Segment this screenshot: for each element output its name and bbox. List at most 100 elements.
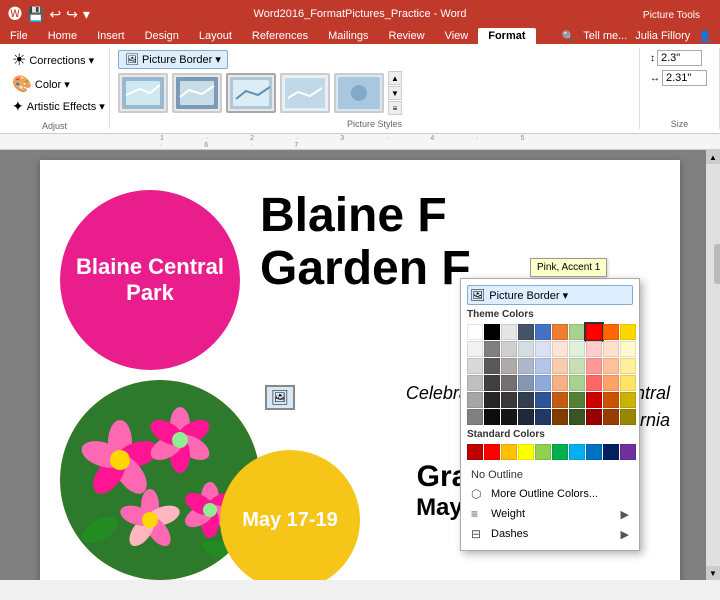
color-row5-4[interactable]: [518, 392, 534, 408]
color-row6-8[interactable]: [586, 409, 602, 425]
color-row3-7[interactable]: [569, 358, 585, 374]
color-row6-7[interactable]: [569, 409, 585, 425]
color-row3-4[interactable]: [518, 358, 534, 374]
style-thumb-1[interactable]: [118, 73, 168, 113]
weight-option[interactable]: ≡ Weight ▶: [467, 504, 633, 524]
color-row5-5[interactable]: [535, 392, 551, 408]
color-row5-2[interactable]: [484, 392, 500, 408]
color-row4-3[interactable]: [501, 375, 517, 391]
color-row6-1[interactable]: [467, 409, 483, 425]
std-color-10[interactable]: [620, 444, 636, 460]
color-lightgreen[interactable]: [569, 324, 585, 340]
color-row3-10[interactable]: [620, 358, 636, 374]
std-color-3[interactable]: [501, 444, 517, 460]
std-color-5[interactable]: [535, 444, 551, 460]
color-row2-10[interactable]: [620, 341, 636, 357]
picture-border-button[interactable]: 🖼 Picture Border ▾: [118, 50, 228, 69]
color-row4-2[interactable]: [484, 375, 500, 391]
color-row6-6[interactable]: [552, 409, 568, 425]
width-input[interactable]: [662, 70, 707, 86]
dropdown-icon[interactable]: ▾: [83, 6, 90, 23]
color-row3-6[interactable]: [552, 358, 568, 374]
style-thumb-5[interactable]: [334, 73, 384, 113]
scroll-down-button[interactable]: ▼: [706, 566, 720, 580]
tab-references[interactable]: References: [242, 28, 318, 44]
more-outline-colors-option[interactable]: ⬡ More Outline Colors...: [467, 484, 633, 504]
color-lightgray[interactable]: [501, 324, 517, 340]
save-icon[interactable]: 💾: [27, 6, 44, 23]
color-row2-3[interactable]: [501, 341, 517, 357]
tab-view[interactable]: View: [435, 28, 479, 44]
color-row3-2[interactable]: [484, 358, 500, 374]
style-thumb-4[interactable]: [280, 73, 330, 113]
style-scroll-up[interactable]: ▲: [388, 71, 402, 85]
color-row2-6[interactable]: [552, 341, 568, 357]
color-row4-10[interactable]: [620, 375, 636, 391]
color-row4-1[interactable]: [467, 375, 483, 391]
color-row3-1[interactable]: [467, 358, 483, 374]
color-row5-8[interactable]: [586, 392, 602, 408]
tab-insert[interactable]: Insert: [87, 28, 135, 44]
no-outline-option[interactable]: No Outline: [467, 466, 633, 484]
color-row2-1[interactable]: [467, 341, 483, 357]
color-row4-6[interactable]: [552, 375, 568, 391]
color-row2-5[interactable]: [535, 341, 551, 357]
std-color-8[interactable]: [586, 444, 602, 460]
color-row5-6[interactable]: [552, 392, 568, 408]
color-row5-1[interactable]: [467, 392, 483, 408]
color-row6-5[interactable]: [535, 409, 551, 425]
color-row6-2[interactable]: [484, 409, 500, 425]
tab-mailings[interactable]: Mailings: [318, 28, 378, 44]
color-button[interactable]: 🎨 Color ▾: [8, 72, 101, 96]
scroll-thumb[interactable]: [714, 244, 720, 284]
undo-icon[interactable]: ↩: [49, 6, 61, 23]
color-row2-4[interactable]: [518, 341, 534, 357]
height-input[interactable]: [657, 50, 702, 66]
color-white[interactable]: [467, 324, 483, 340]
style-thumb-3[interactable]: [226, 73, 276, 113]
color-row2-9[interactable]: [603, 341, 619, 357]
color-row2-7[interactable]: [569, 341, 585, 357]
std-color-2[interactable]: [484, 444, 500, 460]
color-row6-10[interactable]: [620, 409, 636, 425]
vertical-scrollbar[interactable]: ▲ ▼: [706, 150, 720, 580]
dashes-option[interactable]: ⊟ Dashes ▶: [467, 524, 633, 544]
color-row3-8[interactable]: [586, 358, 602, 374]
std-color-7[interactable]: [569, 444, 585, 460]
style-scroll-down[interactable]: ▼: [388, 86, 402, 100]
color-row4-8[interactable]: [586, 375, 602, 391]
color-row5-10[interactable]: [620, 392, 636, 408]
redo-icon[interactable]: ↪: [66, 6, 78, 23]
color-row4-9[interactable]: [603, 375, 619, 391]
color-row6-3[interactable]: [501, 409, 517, 425]
color-row6-4[interactable]: [518, 409, 534, 425]
tab-file[interactable]: File: [0, 28, 38, 44]
color-row3-5[interactable]: [535, 358, 551, 374]
color-row3-3[interactable]: [501, 358, 517, 374]
corrections-button[interactable]: ☀ Corrections ▾: [8, 48, 101, 72]
std-color-9[interactable]: [603, 444, 619, 460]
color-orange[interactable]: [552, 324, 568, 340]
color-darkorange[interactable]: [603, 324, 619, 340]
color-gold[interactable]: [620, 324, 636, 340]
artistic-effects-button[interactable]: ✦ Artistic Effects ▾: [8, 96, 101, 117]
color-darkblue[interactable]: [518, 324, 534, 340]
color-row4-5[interactable]: [535, 375, 551, 391]
tab-format[interactable]: Format: [478, 28, 535, 44]
tab-review[interactable]: Review: [379, 28, 435, 44]
color-black[interactable]: [484, 324, 500, 340]
std-color-4[interactable]: [518, 444, 534, 460]
style-thumb-2[interactable]: [172, 73, 222, 113]
color-red-selected[interactable]: [586, 324, 602, 340]
color-row5-9[interactable]: [603, 392, 619, 408]
std-color-6[interactable]: [552, 444, 568, 460]
color-row2-2[interactable]: [484, 341, 500, 357]
color-row5-7[interactable]: [569, 392, 585, 408]
color-row3-9[interactable]: [603, 358, 619, 374]
color-row4-4[interactable]: [518, 375, 534, 391]
tell-me-text[interactable]: Tell me...: [583, 30, 627, 42]
color-row4-7[interactable]: [569, 375, 585, 391]
tab-layout[interactable]: Layout: [189, 28, 242, 44]
style-scroll-buttons[interactable]: ▲ ▼ ≡: [388, 71, 402, 115]
scroll-up-button[interactable]: ▲: [706, 150, 720, 164]
